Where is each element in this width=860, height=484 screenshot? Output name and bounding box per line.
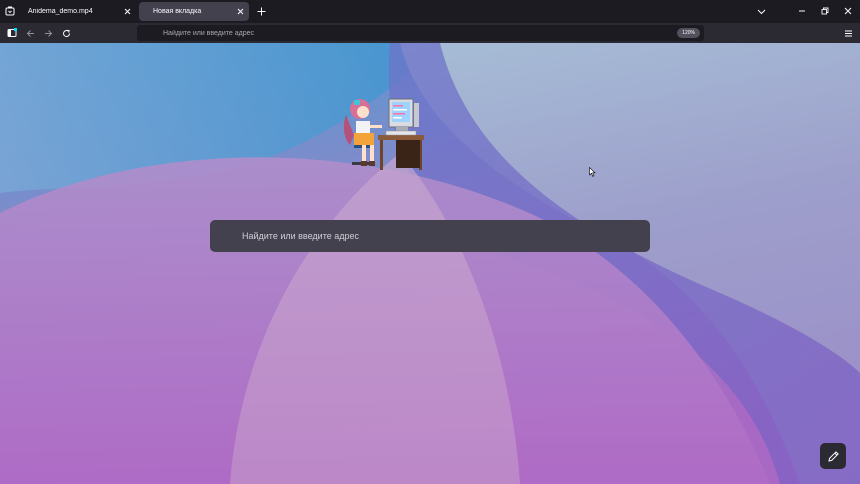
new-tab-search-input[interactable] <box>210 221 650 251</box>
url-input[interactable] <box>137 25 678 41</box>
zoom-level-button[interactable]: 120% <box>677 28 700 38</box>
arrow-left-icon <box>26 29 34 37</box>
forward-button[interactable] <box>41 26 55 40</box>
pencil-icon <box>827 450 839 462</box>
close-icon <box>844 7 852 15</box>
customize-page-button[interactable] <box>820 443 846 469</box>
tab-close-button[interactable] <box>121 6 133 18</box>
new-tab-search-box <box>210 220 650 252</box>
address-bar: 120% <box>137 25 704 41</box>
tab-title: Новая вкладка <box>153 8 202 15</box>
arrow-right-icon <box>44 29 52 37</box>
tab-list-icon <box>5 6 15 16</box>
sidebar-icon <box>7 28 17 37</box>
back-button[interactable] <box>23 26 37 40</box>
tab-list-button[interactable] <box>3 4 17 18</box>
mascot-illustration <box>343 98 424 170</box>
minimize-icon <box>799 10 805 12</box>
hamburger-menu-icon <box>844 30 852 36</box>
close-window-button[interactable] <box>840 3 856 19</box>
tab-anidema-demo[interactable]: Anidema_demo.mp4 <box>21 2 136 21</box>
wallpaper-background <box>0 43 860 484</box>
mouse-cursor-icon <box>589 167 596 177</box>
new-tab-page <box>0 43 860 484</box>
tab-new-tab[interactable]: Новая вкладка <box>139 2 249 21</box>
app-menu-button[interactable] <box>841 26 855 40</box>
restore-icon <box>821 7 829 15</box>
reload-button[interactable] <box>59 26 73 40</box>
reload-icon <box>62 29 70 37</box>
plus-icon <box>257 7 265 15</box>
close-icon <box>237 8 243 15</box>
close-icon <box>124 8 130 15</box>
new-tab-button[interactable] <box>254 4 268 18</box>
tab-close-button[interactable] <box>234 6 246 18</box>
tab-title: Anidema_demo.mp4 <box>28 8 93 15</box>
browser-window: Anidema_demo.mp4 Новая вкладка Найдите и… <box>0 0 860 484</box>
sidebar-toggle-button[interactable] <box>5 26 19 40</box>
restore-button[interactable] <box>817 3 833 19</box>
list-all-tabs-button[interactable] <box>753 3 769 19</box>
minimize-button[interactable] <box>794 3 810 19</box>
tab-strip: Anidema_demo.mp4 Новая вкладка <box>0 0 860 23</box>
chevron-down-icon <box>757 9 765 14</box>
navigation-toolbar: 120% <box>0 23 860 43</box>
